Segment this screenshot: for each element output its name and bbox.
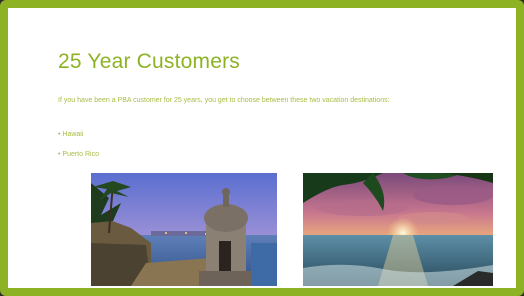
puerto-rico-image <box>91 173 277 286</box>
bullet-hawaii[interactable]: • Hawaii <box>58 131 83 138</box>
bullet-puerto-rico[interactable]: • Puerto Rico <box>58 151 99 158</box>
slide[interactable]: 25 Year Customers If you have been a PBA… <box>8 8 516 288</box>
slide-frame: 25 Year Customers If you have been a PBA… <box>0 0 524 296</box>
slide-body-text[interactable]: If you have been a PBA customer for 25 y… <box>58 96 478 106</box>
puerto-rico-sentry-box-photo[interactable] <box>91 173 277 286</box>
slide-title[interactable]: 25 Year Customers <box>58 50 240 74</box>
tropical-beach-sunset-photo[interactable] <box>303 173 493 286</box>
beach-sunset-image <box>303 173 493 286</box>
